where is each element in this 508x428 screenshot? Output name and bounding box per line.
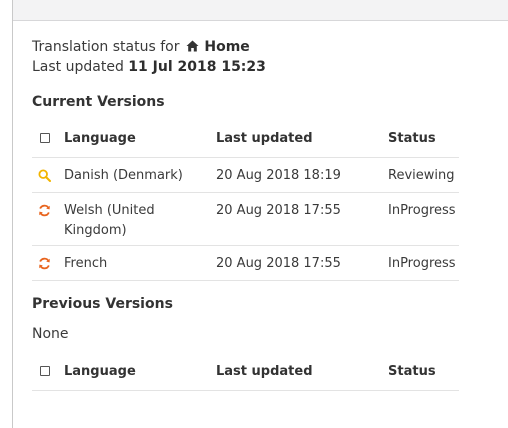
row-last-updated: 20 Aug 2018 17:55: [216, 256, 341, 271]
top-toolbar: [13, 0, 508, 21]
last-updated-prefix: Last updated: [32, 59, 124, 75]
previous-versions-heading: Previous Versions: [32, 296, 173, 312]
table-row[interactable]: Danish (Denmark) 20 Aug 2018 18:19 Revie…: [32, 158, 459, 193]
home-icon: [186, 40, 199, 52]
select-all-checkbox[interactable]: [40, 366, 50, 376]
row-language[interactable]: Danish (Denmark): [64, 166, 212, 186]
table-row[interactable]: French 20 Aug 2018 17:55 InProgress: [32, 246, 459, 281]
row-language[interactable]: Welsh (United Kingdom): [64, 201, 212, 241]
column-header-language[interactable]: Language: [64, 362, 212, 382]
row-status: InProgress: [388, 256, 456, 271]
refresh-icon: [39, 257, 50, 270]
table-header-row: Language Last updated Status: [32, 353, 459, 391]
magnifier-icon: [38, 169, 51, 182]
previous-versions-empty-text: None: [32, 326, 69, 342]
refresh-icon: [39, 204, 50, 217]
column-header-last-updated[interactable]: Last updated: [216, 129, 384, 149]
last-updated-line: Last updated 11 Jul 2018 15:23: [32, 57, 459, 77]
current-versions-heading: Current Versions: [32, 94, 165, 110]
translation-status-panel: Translation status for Home Last updated…: [32, 37, 459, 391]
column-header-status[interactable]: Status: [388, 129, 459, 149]
last-updated-value: 11 Jul 2018 15:23: [128, 59, 266, 75]
current-versions-table: Language Last updated Status Danish (Den…: [32, 120, 459, 281]
select-all-checkbox[interactable]: [40, 133, 50, 143]
row-status: Reviewing: [388, 168, 455, 183]
row-language[interactable]: French: [64, 254, 212, 274]
column-header-last-updated[interactable]: Last updated: [216, 362, 384, 382]
row-status: InProgress: [388, 203, 456, 218]
table-header-row: Language Last updated Status: [32, 120, 459, 158]
table-row[interactable]: Welsh (United Kingdom) 20 Aug 2018 17:55…: [32, 193, 459, 246]
column-header-status[interactable]: Status: [388, 362, 459, 382]
translation-status-line: Translation status for Home: [32, 37, 459, 57]
column-header-language[interactable]: Language: [64, 129, 212, 149]
translation-status-prefix: Translation status for: [32, 39, 180, 55]
page-name: Home: [204, 39, 250, 55]
previous-versions-table: Language Last updated Status: [32, 353, 459, 391]
row-last-updated: 20 Aug 2018 18:19: [216, 168, 341, 183]
left-border: [12, 0, 13, 428]
row-last-updated: 20 Aug 2018 17:55: [216, 203, 341, 218]
